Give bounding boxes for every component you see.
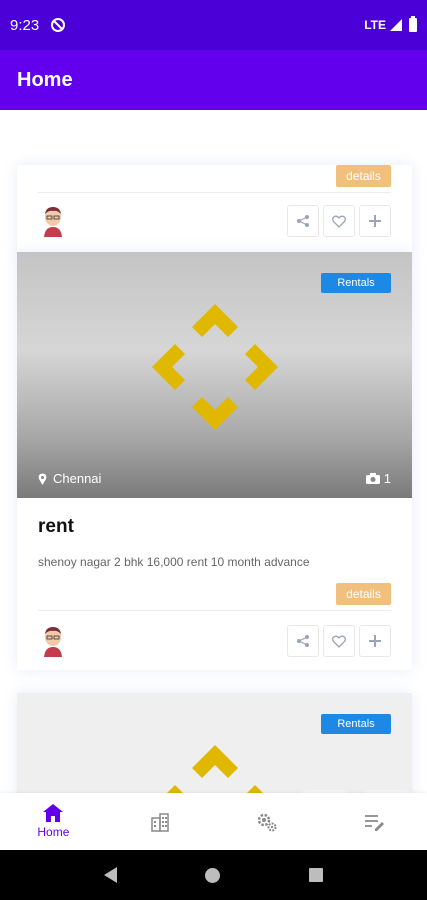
heart-icon (332, 215, 346, 228)
favorite-button[interactable] (323, 625, 355, 657)
listing-image[interactable]: Rentals (17, 693, 412, 793)
location-label: Chennai (53, 471, 102, 486)
listing-card[interactable]: Rentals (17, 693, 412, 793)
avatar[interactable] (39, 205, 67, 237)
listing-card: details (17, 165, 412, 255)
nav-item-posts[interactable] (320, 793, 427, 850)
share-button[interactable] (287, 625, 319, 657)
map-pin-icon (38, 473, 47, 485)
building-icon (151, 812, 169, 832)
nav-item-settings[interactable] (214, 793, 321, 850)
share-button[interactable] (287, 205, 319, 237)
app-bar: Home (0, 50, 427, 110)
plus-icon (369, 215, 381, 227)
camera-icon (365, 473, 380, 484)
status-indicators: LTE (364, 16, 417, 32)
card-actions (287, 625, 391, 657)
nav-item-home[interactable]: Home (0, 793, 107, 850)
signal-icon (390, 19, 402, 31)
system-navigation-bar (0, 850, 427, 900)
share-icon (297, 215, 309, 227)
share-icon (297, 635, 309, 647)
home-icon (43, 804, 64, 822)
property-logo-icon (152, 304, 278, 430)
listing-feed[interactable]: details Rentals Chennai 1 rent shenoy na… (0, 110, 427, 793)
photo-count: 1 (365, 471, 391, 486)
edit-list-icon (364, 814, 384, 831)
card-actions (287, 205, 391, 237)
card-divider (38, 610, 391, 611)
photo-count-value: 1 (383, 471, 391, 486)
details-button[interactable]: details (336, 165, 391, 187)
nav-item-properties[interactable] (107, 793, 214, 850)
plus-icon (369, 635, 381, 647)
listing-image[interactable]: Rentals Chennai 1 (17, 252, 412, 498)
location: Chennai (38, 471, 101, 486)
category-badge: Rentals (321, 273, 391, 293)
listing-description: shenoy nagar 2 bhk 16,000 rent 10 month … (38, 555, 310, 569)
avatar[interactable] (39, 625, 67, 657)
heart-icon (332, 635, 346, 648)
network-type: LTE (364, 18, 386, 32)
property-logo-icon (167, 745, 263, 793)
add-button[interactable] (359, 625, 391, 657)
favorite-button[interactable] (323, 205, 355, 237)
card-divider (38, 192, 391, 193)
do-not-disturb-icon (51, 18, 66, 32)
details-button[interactable]: details (336, 583, 391, 605)
listing-card[interactable]: Rentals Chennai 1 rent shenoy nagar 2 bh… (17, 252, 412, 670)
home-circle-icon[interactable] (205, 867, 221, 883)
bottom-navigation: Home (0, 793, 427, 850)
battery-icon (409, 16, 417, 32)
page-title: Home (17, 68, 73, 91)
status-bar: 9:23 LTE (0, 0, 427, 50)
listing-title: rent (38, 516, 74, 537)
nav-item-label: Home (37, 825, 70, 839)
status-time: 9:23 (10, 16, 40, 34)
category-badge: Rentals (321, 714, 391, 734)
settings-gears-icon (257, 813, 277, 831)
back-icon[interactable] (104, 867, 118, 883)
recent-apps-icon[interactable] (308, 868, 323, 882)
add-button[interactable] (359, 205, 391, 237)
